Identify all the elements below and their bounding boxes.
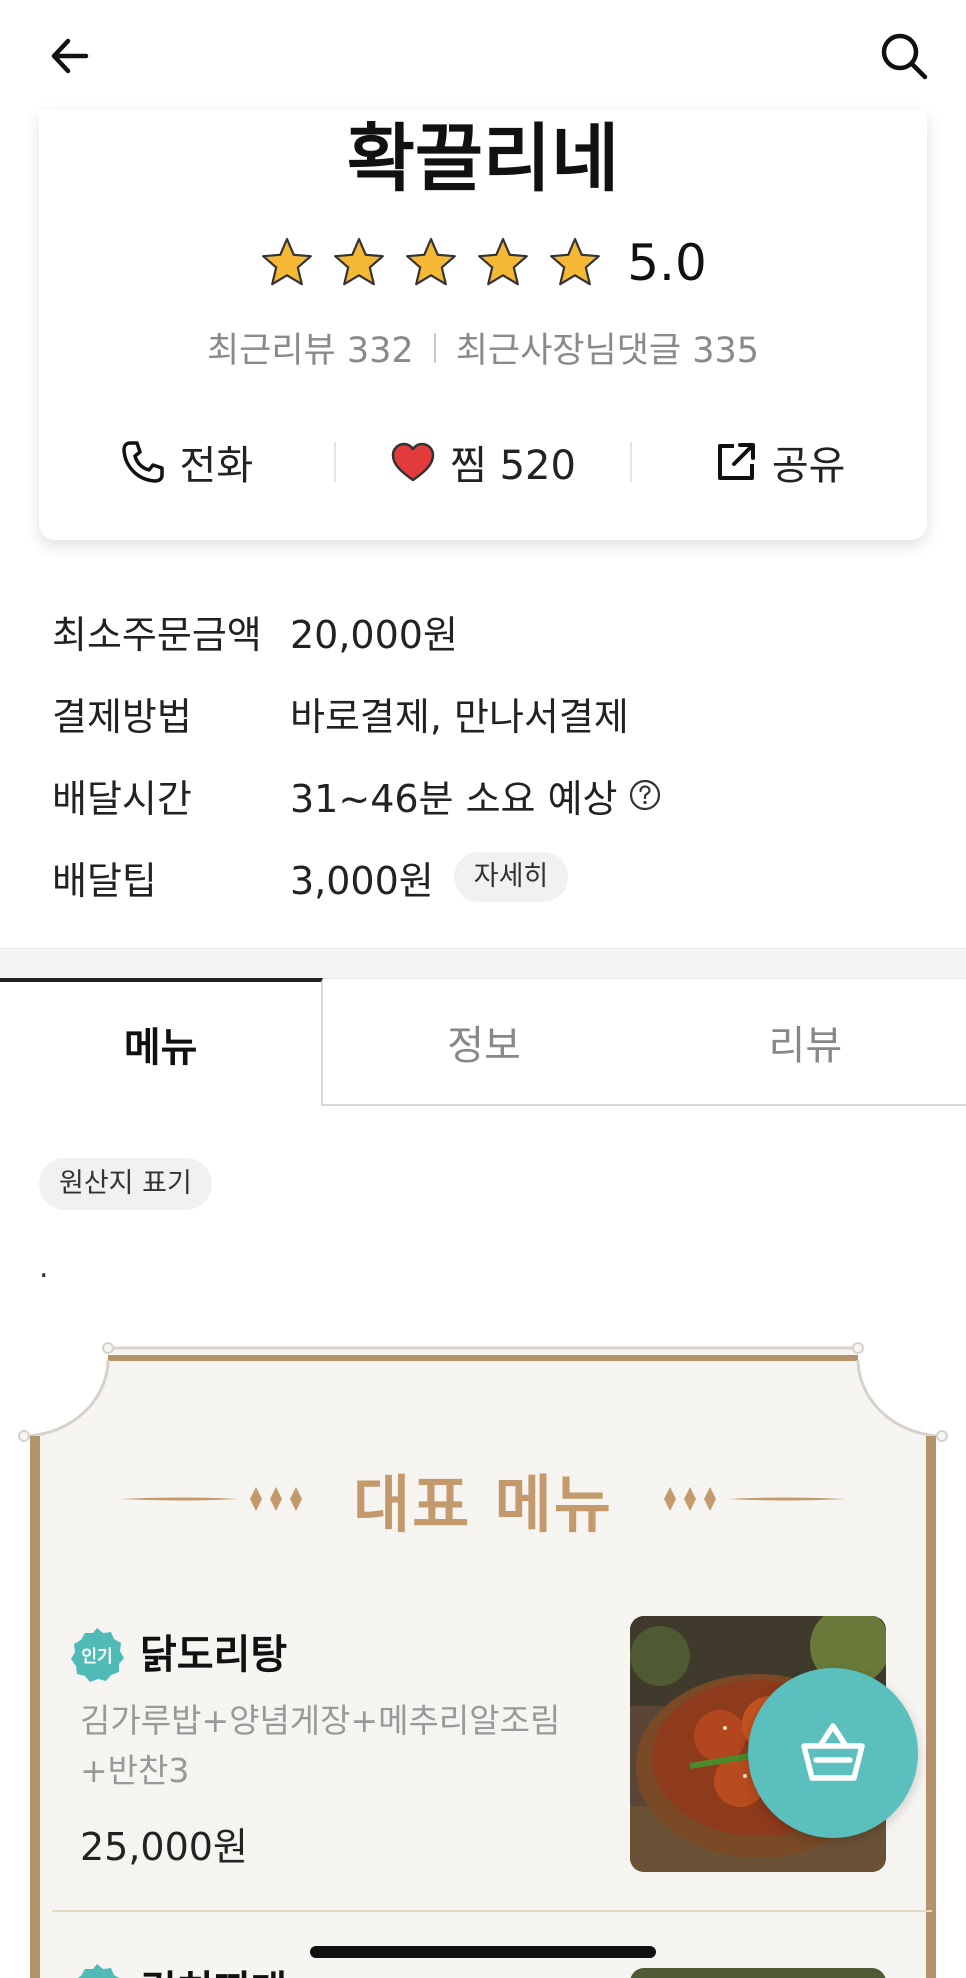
back-button[interactable] (30, 16, 110, 96)
recent-owner-replies-count[interactable]: 최근사장님댓글 335 (456, 322, 759, 373)
info-value: 31~46분 소요 예상 (290, 776, 618, 821)
info-label: 최소주문금액 (52, 612, 262, 657)
divider (433, 332, 436, 363)
share-button[interactable]: 공유 (632, 433, 927, 491)
tab-menu[interactable]: 메뉴 (0, 978, 324, 1106)
section-divider (0, 948, 966, 978)
tab-reviews[interactable]: 리뷰 (644, 978, 966, 1106)
popular-badge-icon: 인기 (77, 1964, 120, 1978)
menu-item-name: 김치찌개 (140, 1962, 287, 1978)
info-label: 결제방법 (52, 694, 192, 739)
star-icon (550, 237, 601, 286)
notice-text: . (39, 1250, 49, 1285)
favorite-button[interactable]: 찜 520 (336, 433, 631, 491)
cart-button[interactable] (748, 1668, 918, 1838)
store-name: 확끌리네 (346, 116, 620, 202)
rating-value: 5.0 (627, 234, 707, 292)
heart-icon (391, 442, 435, 482)
info-value-wrap: 3,000원 자세히 (290, 850, 569, 905)
store-actions: 전화 찜 520 공유 (39, 422, 927, 502)
review-stats: 최근리뷰 332 최근사장님댓글 335 (39, 322, 927, 373)
star-icon (406, 237, 457, 286)
recent-reviews-count[interactable]: 최근리뷰 332 (207, 322, 414, 373)
info-value: 20,000원 (290, 612, 458, 657)
details-chip[interactable]: 자세히 (453, 852, 569, 902)
phone-icon (121, 441, 164, 483)
rating-stars (259, 235, 603, 291)
menu-item-name: 닭도리탕 (140, 1632, 288, 1678)
popular-badge-icon: 인기 (71, 1628, 124, 1682)
arrow-left-icon (51, 38, 89, 74)
info-value-wrap: 31~46분 소요 예상 (290, 768, 662, 823)
star-icon (478, 237, 529, 286)
store-page: 확끌리네 5.0 최근리뷰 332 최근사장님댓글 335 전화 찜 520 공… (0, 0, 966, 1978)
favorite-count: 찜 520 (450, 443, 576, 489)
info-row-delivery-tip: 배달팁 3,000원 자세히 (52, 836, 932, 918)
call-button[interactable]: 전화 (39, 433, 334, 491)
divider (52, 1910, 932, 1912)
featured-menu-title: 대표 메뉴 (353, 1468, 613, 1541)
info-label: 배달시간 (52, 776, 192, 821)
top-bar (0, 0, 966, 112)
search-icon (881, 33, 928, 80)
tab-bar: 메뉴 정보 리뷰 (0, 978, 966, 1106)
info-row-payment: 결제방법 바로결제, 만나서결제 (52, 672, 932, 754)
basket-icon (801, 1723, 865, 1781)
store-info: 최소주문금액 20,000원 결제방법 바로결제, 만나서결제 배달시간 31~… (52, 590, 932, 918)
svg-text:인기: 인기 (81, 1647, 112, 1667)
info-value: 바로결제, 만나서결제 (290, 694, 629, 739)
call-label: 전화 (179, 443, 254, 489)
info-value: 3,000원 (290, 858, 434, 903)
menu-item-photo (630, 1968, 886, 1978)
help-icon[interactable] (628, 778, 662, 812)
featured-menu-board: 대표 메뉴 인기 닭도리탕 김가루밥+양념게장+메추리알조림+반찬3 25,00… (16, 1336, 950, 1978)
search-button[interactable] (864, 16, 944, 96)
tab-info[interactable]: 정보 (323, 978, 645, 1106)
origin-label-chip[interactable]: 원산지 표기 (39, 1158, 212, 1210)
home-indicator (310, 1946, 656, 1958)
share-label: 공유 (771, 443, 846, 489)
info-row-min-order: 최소주문금액 20,000원 (52, 590, 932, 672)
info-label: 배달팁 (52, 858, 157, 903)
info-row-delivery-time: 배달시간 31~46분 소요 예상 (52, 754, 932, 836)
menu-item-price: 25,000원 (80, 1825, 248, 1869)
rating-row: 5.0 (39, 228, 927, 298)
store-card: 확끌리네 5.0 최근리뷰 332 최근사장님댓글 335 전화 찜 520 공… (39, 110, 927, 540)
menu-item-description: 김가루밥+양념게장+메추리알조림+반찬3 (80, 1701, 561, 1790)
share-icon (717, 443, 755, 480)
star-icon (262, 237, 313, 286)
star-icon (334, 237, 385, 286)
